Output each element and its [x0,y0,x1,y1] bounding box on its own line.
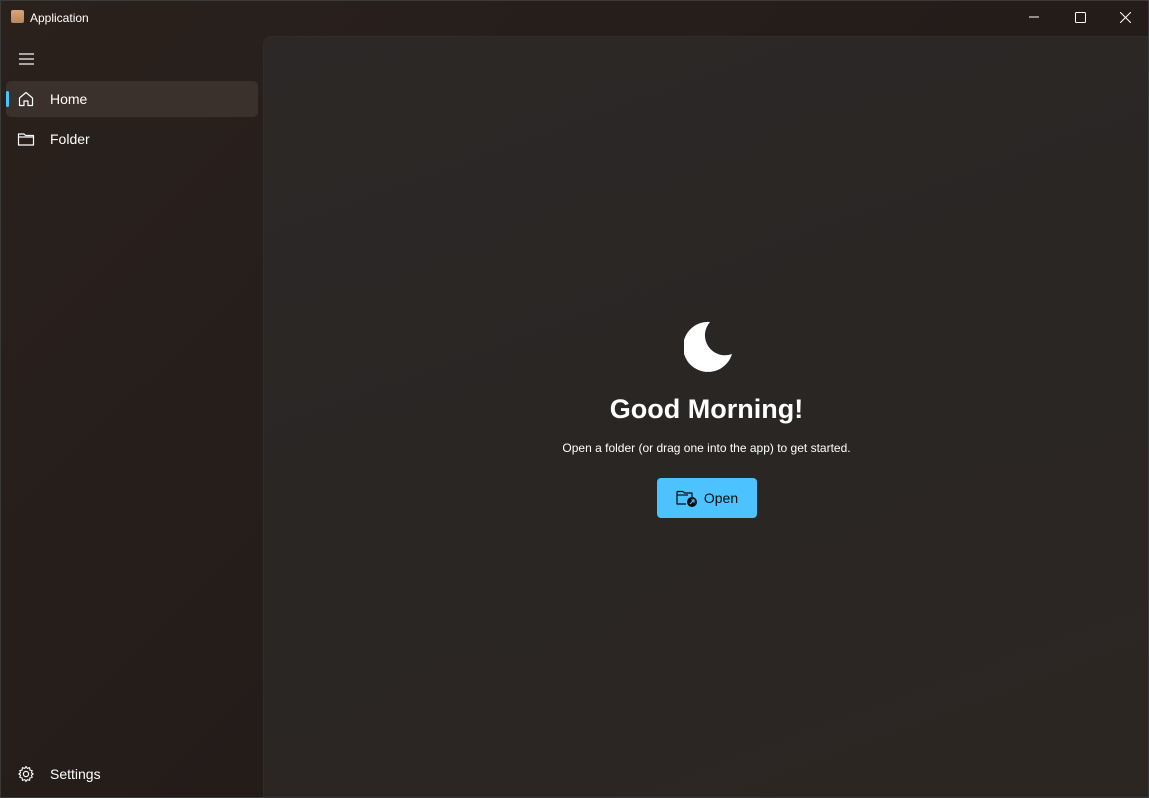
getting-started-text: Open a folder (or drag one into the app)… [562,441,851,455]
hamburger-icon [18,53,34,65]
main-content: Good Morning! Open a folder (or drag one… [263,36,1148,797]
home-icon [18,91,34,107]
close-button[interactable] [1102,1,1148,33]
title-bar: Application [1,1,1148,35]
greeting-heading: Good Morning! [609,394,804,424]
maximize-button[interactable] [1057,1,1103,33]
close-icon [1119,11,1131,23]
sidebar-item-label: Settings [50,766,101,782]
sidebar-item-settings[interactable]: Settings [6,756,258,792]
open-folder-button[interactable]: Open [657,478,757,518]
sidebar-item-folder[interactable]: Folder [6,121,258,157]
folder-open-icon [676,490,697,507]
nav-menu-button[interactable] [6,43,46,75]
selection-indicator [6,91,9,107]
sidebar-item-label: Home [50,91,88,107]
gear-icon [18,765,34,783]
window-title: Application [30,11,89,25]
sidebar-item-label: Folder [50,131,90,147]
minimize-icon [1029,16,1039,18]
open-button-label: Open [703,490,739,506]
sidebar-item-home[interactable]: Home [6,81,258,117]
minimize-button[interactable] [1011,1,1057,33]
moon-icon [684,321,732,372]
app-icon [11,10,24,23]
maximize-icon [1074,11,1086,23]
app-window: Application Home Folder Settings Good Mo… [0,0,1149,798]
folder-icon [17,133,35,146]
